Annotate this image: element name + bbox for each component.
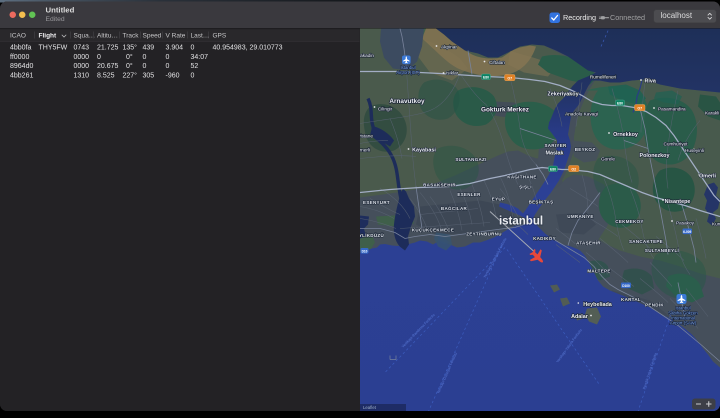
svg-text:Kurna: Kurna bbox=[712, 222, 720, 227]
svg-text:O7: O7 bbox=[637, 107, 642, 111]
svg-text:SULTANGAZI: SULTANGAZI bbox=[455, 157, 486, 162]
svg-text:O7: O7 bbox=[507, 77, 512, 81]
svg-text:Ciftalan: Ciftalan bbox=[489, 60, 505, 65]
svg-text:D100: D100 bbox=[622, 284, 630, 288]
svg-text:D10: D10 bbox=[362, 249, 368, 253]
svg-text:Huseyinli: Huseyinli bbox=[685, 148, 704, 153]
svg-text:Riva: Riva bbox=[645, 79, 657, 85]
svg-text:Bahsayistane: Bahsayistane bbox=[360, 134, 373, 139]
svg-text:Pasakoy: Pasakoy bbox=[676, 221, 695, 226]
svg-text:Akpinar: Akpinar bbox=[441, 45, 457, 50]
svg-text:E80: E80 bbox=[617, 102, 623, 106]
svg-text:6-009: 6-009 bbox=[683, 230, 691, 234]
svg-text:Leaflet: Leaflet bbox=[363, 405, 377, 410]
svg-text:Airport (IST): Airport (IST) bbox=[396, 70, 420, 75]
svg-text:SANCAKTEPE: SANCAKTEPE bbox=[629, 239, 663, 244]
svg-text:istanbul: istanbul bbox=[499, 216, 543, 228]
svg-text:E80: E80 bbox=[550, 168, 556, 172]
svg-text:KADIKÖY: KADIKÖY bbox=[533, 235, 556, 241]
svg-text:Maslak: Maslak bbox=[546, 151, 564, 157]
svg-text:Gokturk Merkez: Gokturk Merkez bbox=[481, 107, 529, 114]
svg-text:Pasamandira: Pasamandira bbox=[658, 107, 686, 112]
svg-text:Cilingir: Cilingir bbox=[378, 107, 393, 112]
svg-text:BEŞİKTAŞ: BEŞİKTAŞ bbox=[529, 199, 554, 205]
svg-text:ESENLER: ESENLER bbox=[457, 192, 481, 197]
svg-text:Adalar: Adalar bbox=[571, 314, 589, 320]
svg-text:O2: O2 bbox=[571, 168, 576, 172]
svg-text:Omerli: Omerli bbox=[699, 174, 717, 180]
svg-text:Heybeliada: Heybeliada bbox=[583, 302, 612, 308]
svg-text:Tayakadin: Tayakadin bbox=[360, 53, 374, 58]
svg-text:SULTANBEYLİ: SULTANBEYLİ bbox=[645, 247, 679, 253]
svg-text:ESENYURT: ESENYURT bbox=[363, 200, 390, 205]
svg-text:EYÜP: EYÜP bbox=[492, 196, 505, 202]
svg-text:ATAŞEHİR: ATAŞEHİR bbox=[576, 240, 601, 246]
svg-text:Nisantepe: Nisantepe bbox=[665, 199, 691, 205]
svg-text:CEKMEKOY: CEKMEKOY bbox=[615, 219, 643, 224]
svg-text:BASAKSEHIR: BASAKSEHIR bbox=[423, 183, 456, 188]
svg-text:SARIYER: SARIYER bbox=[544, 143, 567, 148]
svg-text:BEYKOZ: BEYKOZ bbox=[575, 147, 596, 152]
svg-text:MALTEPE: MALTEPE bbox=[587, 269, 610, 274]
svg-text:PENDİK: PENDİK bbox=[645, 302, 664, 308]
svg-text:Zekeriyakoy: Zekeriyakoy bbox=[547, 92, 578, 98]
svg-text:Kayabasi: Kayabasi bbox=[412, 148, 436, 154]
svg-text:BEYLİKDÜZÜ: BEYLİKDÜZÜ bbox=[360, 232, 384, 238]
svg-text:Polonezkoy: Polonezkoy bbox=[640, 153, 670, 159]
svg-text:UMRANİYE: UMRANİYE bbox=[567, 213, 593, 219]
svg-text:Cumhuriyet: Cumhuriyet bbox=[664, 142, 689, 147]
svg-text:Isiklar: Isiklar bbox=[446, 71, 459, 76]
svg-text:ZEYTİNBURNU: ZEYTİNBURNU bbox=[466, 231, 502, 237]
svg-text:KAĞITHANE: KAĞITHANE bbox=[507, 173, 536, 180]
svg-text:KARTAL: KARTAL bbox=[621, 297, 641, 302]
svg-text:KÜÇÜKÇEKMECE: KÜÇÜKÇEKMECE bbox=[412, 227, 454, 233]
svg-text:Anadolu Kavagi: Anadolu Kavagi bbox=[565, 112, 598, 117]
svg-text:Karakli: Karakli bbox=[705, 111, 719, 116]
svg-text:Arnavutkoy: Arnavutkoy bbox=[389, 98, 425, 105]
svg-text:E80: E80 bbox=[483, 76, 489, 80]
svg-text:Gorele: Gorele bbox=[601, 157, 615, 162]
svg-text:BAĞCILAR: BAĞCILAR bbox=[441, 204, 468, 211]
svg-text:Ornekkoy: Ornekkoy bbox=[613, 132, 638, 138]
svg-text:Hosdernerli: Hosdernerli bbox=[360, 148, 370, 153]
svg-text:Airport (SAW): Airport (SAW) bbox=[670, 321, 697, 326]
svg-text:ŞİŞLİ: ŞİŞLİ bbox=[519, 184, 532, 190]
svg-text:Rumelifeneri: Rumelifeneri bbox=[590, 75, 616, 80]
